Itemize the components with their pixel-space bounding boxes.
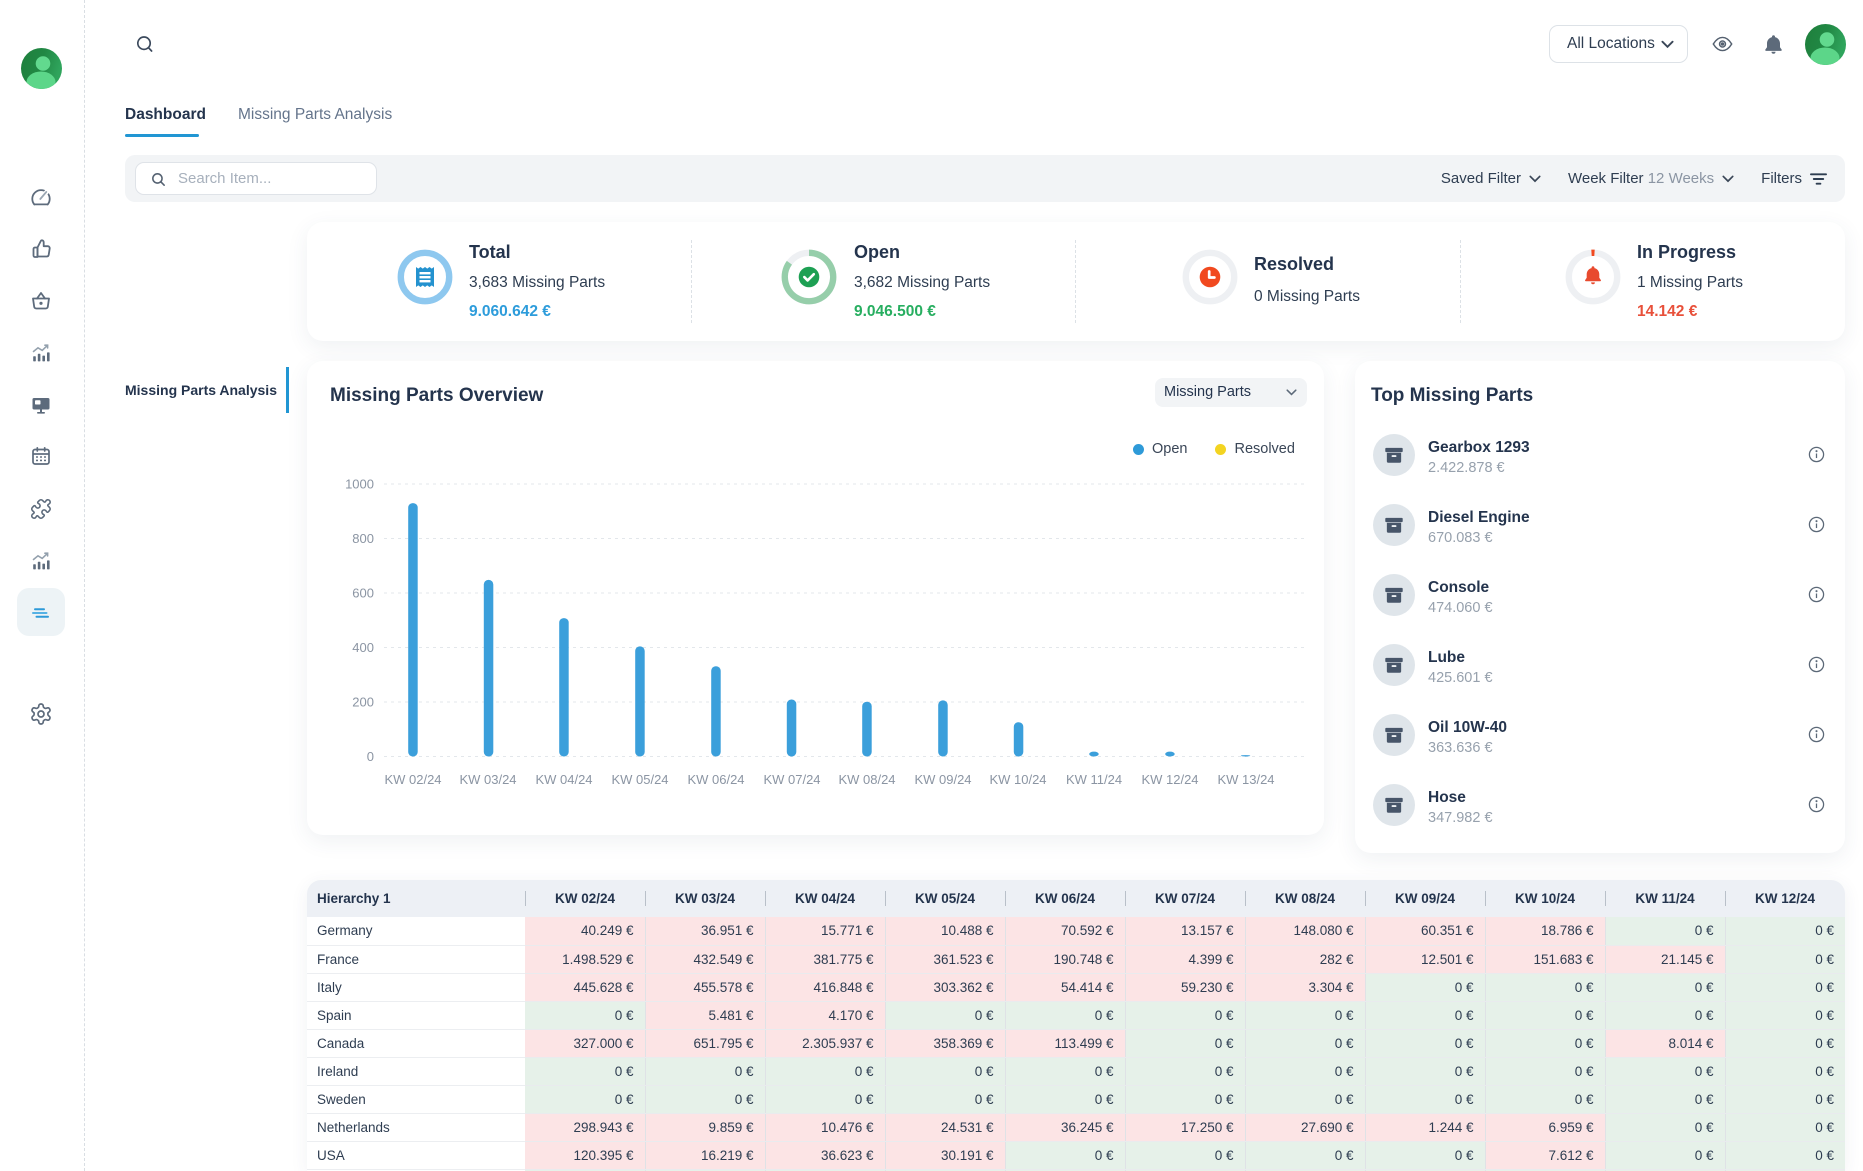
svg-text:1000: 1000 [345, 477, 374, 492]
svg-text:KW 07/24: KW 07/24 [763, 772, 820, 787]
svg-text:KW 02/24: KW 02/24 [384, 772, 441, 787]
svg-text:KW 12/24: KW 12/24 [1141, 772, 1198, 787]
svg-text:0: 0 [367, 749, 374, 764]
svg-text:KW 05/24: KW 05/24 [611, 772, 668, 787]
svg-text:KW 13/24: KW 13/24 [1217, 772, 1274, 787]
svg-text:KW 04/24: KW 04/24 [535, 772, 592, 787]
svg-text:KW 10/24: KW 10/24 [989, 772, 1046, 787]
svg-text:KW 06/24: KW 06/24 [687, 772, 744, 787]
svg-text:KW 11/24: KW 11/24 [1066, 772, 1122, 787]
svg-text:800: 800 [352, 531, 374, 546]
svg-text:KW 03/24: KW 03/24 [459, 772, 516, 787]
svg-text:KW 08/24: KW 08/24 [838, 772, 895, 787]
svg-text:KW 09/24: KW 09/24 [914, 772, 971, 787]
svg-text:600: 600 [352, 586, 374, 601]
svg-text:400: 400 [352, 640, 374, 655]
svg-text:200: 200 [352, 695, 374, 710]
